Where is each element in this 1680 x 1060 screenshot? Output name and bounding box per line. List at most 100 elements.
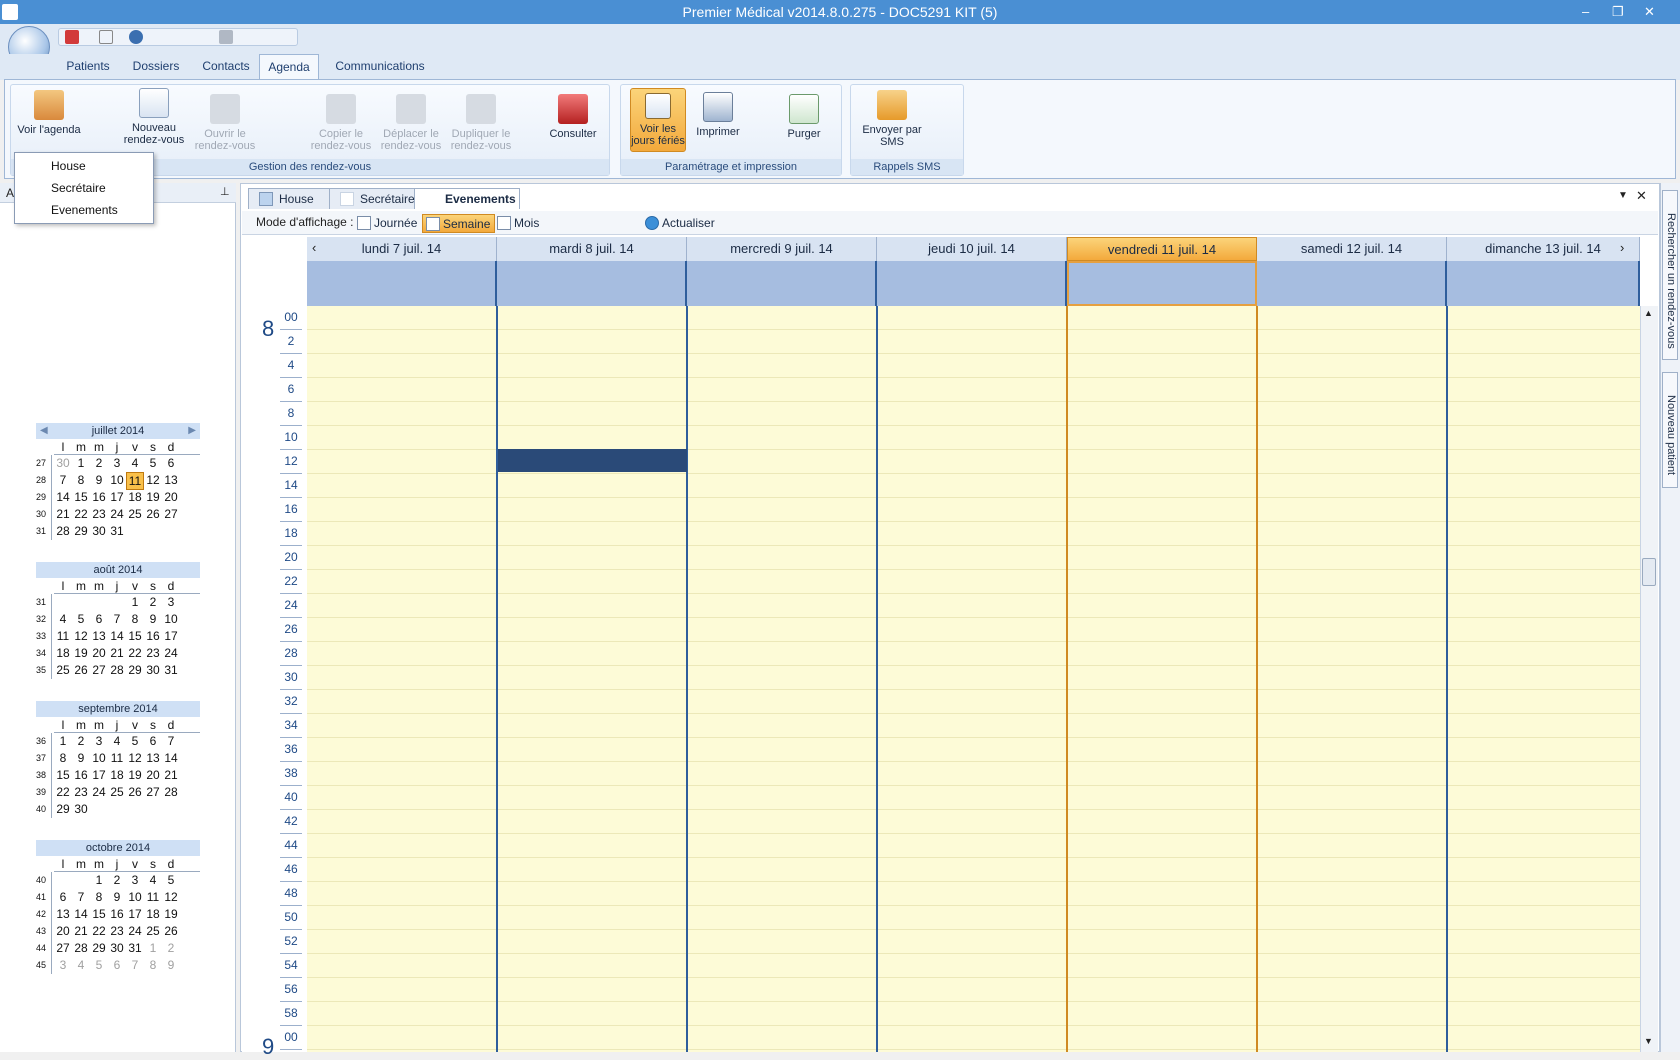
day-cell[interactable]: 14 — [54, 489, 72, 505]
day-cell[interactable]: 2 — [162, 940, 180, 956]
day-cell[interactable]: 15 — [126, 628, 144, 644]
day-cell[interactable]: 23 — [72, 784, 90, 800]
tab-secretaire[interactable]: Secrétaire — [329, 188, 419, 209]
day-cell[interactable]: 15 — [90, 906, 108, 922]
close-tab-icon[interactable]: ✕ — [1636, 188, 1647, 204]
scroll-down-icon[interactable]: ▼ — [1644, 1036, 1653, 1046]
day-cell[interactable]: 19 — [144, 489, 162, 505]
voir-jours-feries-button[interactable]: Voir les jours fériés — [630, 88, 686, 152]
day-cell[interactable]: 6 — [108, 957, 126, 973]
dropdown-item-secretaire[interactable]: Secrétaire — [51, 181, 106, 195]
day-cell[interactable]: 22 — [54, 784, 72, 800]
day-cell[interactable]: 12 — [162, 889, 180, 905]
day-cell[interactable]: 24 — [108, 506, 126, 522]
purger-button[interactable]: Purger — [776, 94, 832, 140]
minimize-button[interactable]: – — [1582, 0, 1589, 24]
day-cell[interactable]: 11 — [54, 628, 72, 644]
day-cell[interactable]: 8 — [72, 472, 90, 488]
day-header[interactable]: lundi 7 juil. 14 — [307, 237, 497, 261]
next-month-icon[interactable]: ▶ — [188, 423, 196, 439]
day-cell[interactable]: 1 — [72, 455, 90, 471]
day-cell[interactable]: 1 — [54, 733, 72, 749]
all-day-cell[interactable] — [307, 261, 497, 306]
day-cell[interactable]: 7 — [72, 889, 90, 905]
day-cell[interactable]: 28 — [72, 940, 90, 956]
journee-button[interactable]: Journée — [354, 214, 417, 233]
all-day-cell[interactable] — [687, 261, 877, 306]
tab-dossiers[interactable]: Dossiers — [124, 54, 188, 80]
all-day-cell[interactable] — [1257, 261, 1447, 306]
day-cell[interactable]: 4 — [126, 455, 144, 471]
day-cell[interactable]: 14 — [72, 906, 90, 922]
day-cell[interactable]: 15 — [54, 767, 72, 783]
day-cell[interactable]: 2 — [90, 455, 108, 471]
day-cell[interactable]: 4 — [108, 733, 126, 749]
day-cell[interactable]: 7 — [108, 611, 126, 627]
day-cell[interactable]: 17 — [126, 906, 144, 922]
day-cell[interactable]: 8 — [126, 611, 144, 627]
tab-list-dropdown-icon[interactable]: ▼ — [1618, 190, 1628, 201]
day-cell[interactable]: 10 — [162, 611, 180, 627]
day-cell[interactable]: 9 — [108, 889, 126, 905]
dupliquer-rdv-button[interactable]: Dupliquer le rendez-vous — [446, 94, 516, 152]
day-cell[interactable]: 28 — [162, 784, 180, 800]
tab-contacts[interactable]: Contacts — [196, 54, 256, 80]
day-cell[interactable]: 27 — [54, 940, 72, 956]
day-cell[interactable]: 25 — [54, 662, 72, 678]
day-cell[interactable]: 2 — [108, 872, 126, 888]
pdf-icon[interactable] — [65, 30, 79, 44]
day-cell[interactable]: 16 — [90, 489, 108, 505]
vertical-scrollbar[interactable]: ▲ ▼ — [1640, 306, 1658, 1052]
day-cell[interactable]: 30 — [72, 801, 90, 817]
day-cell[interactable]: 26 — [72, 662, 90, 678]
tab-evenements[interactable]: Evenements — [414, 188, 520, 209]
day-cell[interactable]: 20 — [162, 489, 180, 505]
day-cell[interactable]: 18 — [144, 906, 162, 922]
day-cell[interactable]: 5 — [90, 957, 108, 973]
copier-rdv-button[interactable]: Copier le rendez-vous — [306, 94, 376, 152]
day-cell[interactable]: 22 — [72, 506, 90, 522]
day-cell[interactable]: 10 — [108, 472, 126, 488]
tab-patients[interactable]: Patients — [58, 54, 118, 80]
day-cell[interactable]: 21 — [54, 506, 72, 522]
day-cell[interactable]: 30 — [144, 662, 162, 678]
day-cell[interactable]: 22 — [126, 645, 144, 661]
day-cell[interactable]: 13 — [54, 906, 72, 922]
day-cell[interactable]: 13 — [90, 628, 108, 644]
tab-house[interactable]: House — [248, 188, 334, 209]
nouveau-patient-tab[interactable]: Nouveau patient — [1662, 372, 1678, 488]
day-cell[interactable]: 11 — [108, 750, 126, 766]
day-cell[interactable]: 7 — [162, 733, 180, 749]
day-cell[interactable]: 12 — [126, 750, 144, 766]
day-cell[interactable]: 20 — [90, 645, 108, 661]
mois-button[interactable]: Mois — [494, 214, 539, 233]
day-cell[interactable]: 31 — [162, 662, 180, 678]
day-cell[interactable]: 4 — [144, 872, 162, 888]
day-cell[interactable]: 24 — [126, 923, 144, 939]
voir-agenda-button[interactable]: Voir l'agenda — [14, 90, 84, 136]
scroll-up-icon[interactable]: ▲ — [1644, 308, 1653, 318]
day-cell[interactable]: 6 — [90, 611, 108, 627]
day-cell[interactable]: 23 — [90, 506, 108, 522]
appointment-block[interactable] — [498, 449, 687, 472]
day-cell[interactable]: 16 — [72, 767, 90, 783]
day-cell[interactable]: 11 — [126, 472, 144, 490]
day-header[interactable]: mardi 8 juil. 14 — [497, 237, 687, 261]
day-cell[interactable]: 25 — [126, 506, 144, 522]
tab-communications[interactable]: Communications — [330, 54, 430, 80]
day-cell[interactable]: 17 — [162, 628, 180, 644]
day-cell[interactable]: 11 — [144, 889, 162, 905]
day-cell[interactable]: 3 — [54, 957, 72, 973]
globe-icon[interactable] — [129, 30, 143, 44]
day-cell[interactable]: 8 — [90, 889, 108, 905]
day-cell[interactable]: 26 — [162, 923, 180, 939]
day-cell[interactable]: 1 — [144, 940, 162, 956]
day-header[interactable]: jeudi 10 juil. 14 — [877, 237, 1067, 261]
deplacer-rdv-button[interactable]: Déplacer le rendez-vous — [376, 94, 446, 152]
day-cell[interactable]: 3 — [90, 733, 108, 749]
day-cell[interactable]: 7 — [126, 957, 144, 973]
day-cell[interactable]: 20 — [144, 767, 162, 783]
close-window-button[interactable]: ✕ — [1644, 0, 1655, 24]
rechercher-rdv-tab[interactable]: Rechercher un rendez-vous — [1662, 190, 1678, 360]
tab-agenda[interactable]: Agenda — [259, 54, 319, 80]
